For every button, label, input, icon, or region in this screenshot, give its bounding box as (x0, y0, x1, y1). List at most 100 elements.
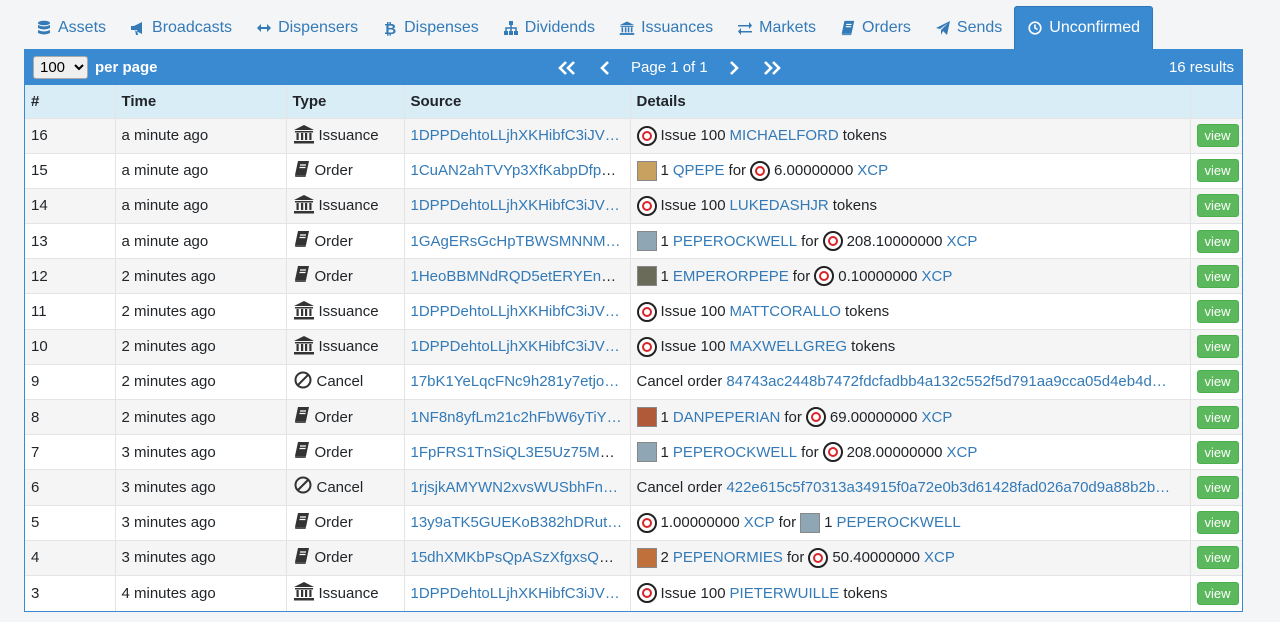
row-source-cell: 17bK1YeLqcFNc9h281y7etjo… (404, 363, 631, 400)
row-type-cell: Issuance (286, 293, 405, 330)
source-address-link[interactable]: 1HeoBBMNdRQD5etERYEnA… (411, 268, 627, 285)
view-button[interactable]: view (1196, 405, 1239, 429)
asset-link[interactable]: EMPERORPEPE (673, 268, 789, 285)
asset-link[interactable]: PIETERWUILLE (730, 585, 840, 602)
asset-link[interactable]: MICHAELFORD (730, 127, 839, 144)
row-type: Issuance (293, 300, 398, 324)
asset-link[interactable]: XCP (857, 162, 888, 179)
view-button[interactable]: view (1196, 264, 1239, 288)
tab-label: Dispenses (404, 18, 479, 36)
asset-link[interactable]: PEPEROCKWELL (836, 514, 960, 531)
row-source-cell: 1DPPDehtoLLjhXKHibfC3iJV… (404, 574, 631, 611)
tab-dispensers[interactable]: Dispensers (244, 6, 370, 49)
row-source-cell: 1HeoBBMNdRQD5etERYEnA… (404, 258, 631, 294)
view-button[interactable]: view (1196, 300, 1239, 324)
table-row: 82 minutes ago Order 1NF8n8yfLm21c2hFbW6yT… (25, 398, 1242, 435)
table-row: 14 a minute ago Issuance 1DPPDehtoLLjhXKHib… (25, 187, 1242, 224)
tab-dispenses[interactable]: ₿ Dispenses (370, 6, 491, 49)
source-address-link[interactable]: 1DPPDehtoLLjhXKHibfC3iJV… (411, 197, 620, 214)
view-button[interactable]: view (1196, 581, 1239, 605)
asset-link[interactable]: MAXWELLGREG (730, 338, 848, 355)
asset-link[interactable]: 84743ac2448b7472fdcfadbb4a132c552f5d791a… (726, 373, 1166, 390)
tab-unconfirmed[interactable]: Unconfirmed (1014, 6, 1153, 49)
tab-label: Markets (759, 18, 817, 36)
asset-link[interactable]: PEPENORMIES (673, 549, 783, 566)
source-address-link[interactable]: 1CuAN2ahTVYp3XfKabpDfpd… (411, 162, 625, 179)
tab-assets[interactable]: Assets (24, 6, 118, 49)
page-indicator: Page 1 of 1 (631, 59, 708, 76)
view-button[interactable]: view (1196, 124, 1239, 148)
row-time: 3 minutes ago (115, 469, 287, 506)
asset-link[interactable]: XCP (921, 409, 952, 426)
source-address-link[interactable]: 17bK1YeLqcFNc9h281y7etjo… (411, 373, 620, 390)
tab-label: Issuances (641, 18, 714, 36)
asset-link[interactable]: XCP (921, 268, 952, 285)
tab-dividends[interactable]: Dividends (491, 6, 607, 49)
source-address-link[interactable]: 13y9aTK5GUEKoB382hDRut… (411, 514, 623, 531)
table-row: 34 minutes ago Issuance 1DPPDehtoLLjhXKHib… (25, 574, 1242, 611)
row-details-cell: 1 DANPEPERIAN for 69.00000000 XCP (630, 398, 1191, 435)
row-actions-cell: view (1190, 434, 1242, 470)
details-text: for (792, 267, 811, 285)
row-details: Cancel order 422e615c5f70313a34915f0a72e0… (637, 479, 1184, 496)
tab-sends[interactable]: Sends (923, 6, 1014, 49)
asset-link[interactable]: QPEPE (673, 162, 725, 179)
asset-link[interactable]: LUKEDASHJR (730, 197, 829, 214)
details-text: Issue 100 (660, 303, 726, 321)
asset-link[interactable]: 422e615c5f70313a34915f0a72e0b3d61428fad0… (726, 479, 1170, 496)
source-address-link[interactable]: 1DPPDehtoLLjhXKHibfC3iJV… (411, 303, 620, 320)
prev-page-button[interactable] (593, 56, 617, 80)
tab-markets[interactable]: Markets (725, 6, 828, 49)
view-button[interactable]: view (1196, 511, 1239, 535)
tab-broadcasts[interactable]: Broadcasts (118, 6, 244, 49)
asset-link[interactable]: XCP (947, 444, 978, 461)
row-details: 1 QPEPE for 6.00000000 XCP (636, 160, 1184, 181)
table-row: 15 a minute ago Order 1CuAN2ahTVYp3XfKabpDf… (25, 152, 1242, 189)
last-page-button[interactable] (760, 56, 784, 80)
book-icon (293, 547, 311, 569)
next-page-button[interactable] (722, 56, 746, 80)
source-address-link[interactable]: 1GAgERsGcHpTBWSMNNM… (411, 233, 621, 250)
row-details: Issue 100 MATTCORALLO tokens (636, 301, 1184, 322)
source-address-link[interactable]: 1DPPDehtoLLjhXKHibfC3iJV… (411, 127, 620, 144)
first-page-button[interactable] (555, 56, 579, 80)
asset-link[interactable]: DANPEPERIAN (673, 409, 781, 426)
tab-orders[interactable]: Orders (828, 6, 923, 49)
row-details: 1.00000000 XCP for 1 PEPEROCKWELL (636, 512, 1184, 533)
book-icon (293, 512, 311, 534)
view-button[interactable]: view (1196, 475, 1239, 499)
asset-link[interactable]: PEPEROCKWELL (673, 444, 797, 461)
view-button[interactable]: view (1196, 159, 1239, 183)
asset-thumbnail-icon (636, 231, 657, 252)
tab-issuances[interactable]: Issuances (607, 6, 725, 49)
view-button[interactable]: view (1196, 440, 1239, 464)
view-button[interactable]: view (1196, 335, 1239, 359)
asset-link[interactable]: XCP (924, 549, 955, 566)
source-address-link[interactable]: 1FpFRS1TnSiQL3E5Uz75MG… (411, 444, 627, 461)
tab-label: Assets (58, 18, 107, 36)
source-address-link[interactable]: 1DPPDehtoLLjhXKHibfC3iJV… (411, 585, 620, 602)
row-actions-cell: view (1190, 539, 1242, 576)
nav-tabs: Assets Broadcasts Dispensers ₿ Dispenses Divi… (24, 6, 1153, 49)
source-address-link[interactable]: 15dhXMKbPsQpASzXfgxsQC… (411, 549, 625, 566)
row-type: Order (293, 160, 398, 182)
asset-link[interactable]: PEPEROCKWELL (673, 233, 797, 250)
per-page-select[interactable]: 100 (33, 56, 88, 79)
source-address-link[interactable]: 1NF8n8yfLm21c2hFbW6yTiY… (411, 409, 622, 426)
row-type: Cancel (293, 370, 398, 394)
row-source-cell: 1DPPDehtoLLjhXKHibfC3iJV… (404, 187, 631, 224)
view-button[interactable]: view (1196, 370, 1239, 394)
asset-link[interactable]: XCP (744, 514, 775, 531)
table-header-row: # Time Type Source Details (25, 85, 1242, 118)
view-button[interactable]: view (1196, 546, 1239, 570)
row-time: 4 minutes ago (115, 574, 287, 611)
view-button[interactable]: view (1196, 229, 1239, 253)
details-text: tokens (844, 303, 890, 321)
view-button[interactable]: view (1196, 194, 1239, 218)
asset-link[interactable]: MATTCORALLO (730, 303, 841, 320)
asset-link[interactable]: XCP (947, 233, 978, 250)
source-address-link[interactable]: 1rjsjkAMYWN2xvsWUSbhFn… (411, 479, 619, 496)
row-type-label: Order (314, 443, 353, 461)
book-icon (293, 230, 311, 252)
source-address-link[interactable]: 1DPPDehtoLLjhXKHibfC3iJV… (411, 338, 620, 355)
